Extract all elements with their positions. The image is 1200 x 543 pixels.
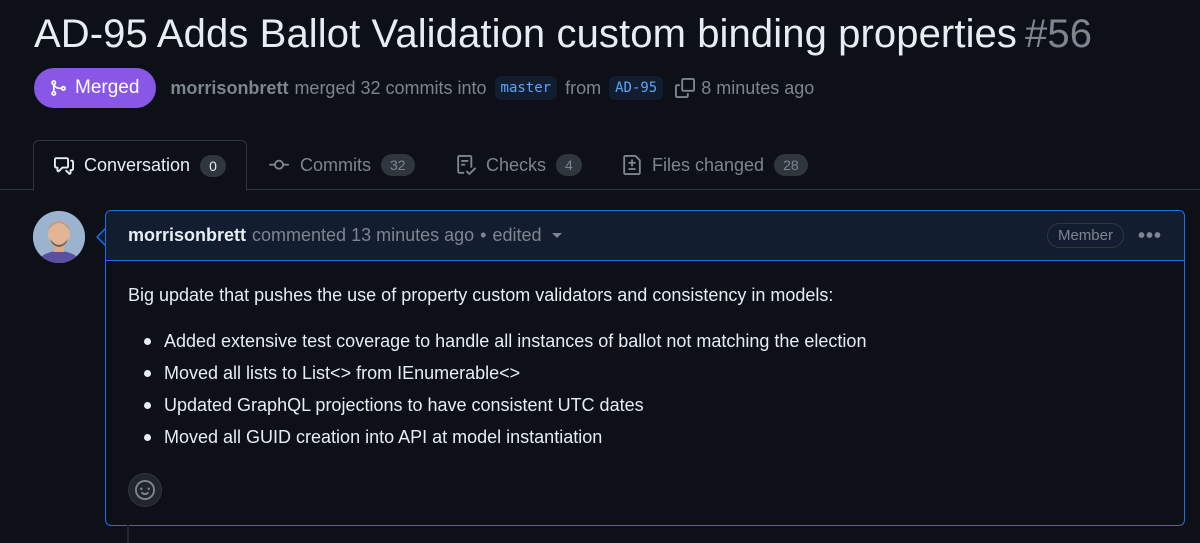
tab-checks-label: Checks — [486, 154, 547, 175]
list-item: Moved all GUID creation into API at mode… — [144, 426, 1162, 458]
caret-down-icon — [551, 233, 562, 238]
merge-text: merged 32 commits into — [294, 77, 487, 98]
avatar[interactable] — [33, 211, 85, 263]
pr-number: #56 — [1025, 12, 1093, 56]
timeline-line — [127, 525, 129, 543]
list-item: Updated GraphQL projections to have cons… — [144, 394, 1162, 426]
from-text: from — [565, 77, 602, 98]
page-title: AD-95 Adds Ballot Validation custom bind… — [34, 12, 1092, 57]
comment-timestamp-link[interactable]: 13 minutes ago — [351, 225, 474, 246]
comment-body: Big update that pushes the use of proper… — [106, 261, 1184, 458]
smiley-icon — [135, 480, 155, 500]
comment-header: morrisonbrett commented 13 minutes ago •… — [106, 211, 1184, 261]
file-diff-icon — [622, 155, 642, 175]
comment-box: morrisonbrett commented 13 minutes ago •… — [105, 210, 1185, 526]
comment-discussion-icon — [54, 156, 74, 176]
git-commit-icon — [268, 155, 290, 175]
list-item: Added extensive test coverage to handle … — [144, 330, 1162, 362]
tab-conversation[interactable]: Conversation 0 — [33, 140, 247, 191]
pull-request-page: AD-95 Adds Ballot Validation custom bind… — [0, 0, 1200, 543]
role-badge: Member — [1046, 223, 1124, 248]
comment-separator: • — [480, 225, 487, 245]
tab-checks-counter: 4 — [556, 154, 582, 176]
comment-header-actions: Member ••• — [1046, 223, 1162, 248]
pr-author-link[interactable]: morrisonbrett — [170, 78, 288, 99]
tab-conversation-counter: 0 — [200, 154, 226, 177]
list-item: Moved all lists to List<> from IEnumerab… — [144, 362, 1162, 394]
tab-commits-label: Commits — [300, 154, 371, 175]
pr-meta: Merged morrisonbrett merged 32 commits i… — [34, 68, 814, 108]
comment-intro: Big update that pushes the use of proper… — [128, 285, 834, 305]
copy-icon[interactable] — [675, 78, 696, 98]
base-branch-link[interactable]: master — [494, 76, 558, 100]
tab-conversation-label: Conversation — [84, 155, 191, 175]
tab-files-changed-counter: 28 — [774, 154, 808, 176]
comment-author-link[interactable]: morrisonbrett — [128, 225, 246, 246]
merge-time: 8 minutes ago — [701, 77, 815, 98]
tab-files-changed[interactable]: Files changed 28 — [622, 140, 808, 190]
kebab-horizontal-icon[interactable]: ••• — [1138, 226, 1162, 246]
tab-commits[interactable]: Commits 32 — [268, 140, 415, 190]
comment-action: commented — [252, 225, 347, 245]
checklist-icon — [456, 155, 476, 175]
comment-bullet-list: Added extensive test coverage to handle … — [128, 330, 1162, 458]
tab-checks[interactable]: Checks 4 — [456, 140, 582, 190]
add-reaction-button[interactable] — [128, 473, 162, 507]
git-merge-icon — [49, 79, 67, 97]
edited-dropdown[interactable]: edited — [492, 225, 562, 246]
state-label: Merged — [75, 77, 140, 98]
merge-summary: morrisonbrett merged 32 commits into mas… — [170, 76, 814, 100]
tab-files-changed-label: Files changed — [652, 154, 765, 175]
pr-title: AD-95 Adds Ballot Validation custom bind… — [34, 12, 1017, 56]
head-branch-link[interactable]: AD-95 — [609, 76, 664, 100]
tab-commits-counter: 32 — [381, 154, 415, 176]
edited-label: edited — [492, 225, 542, 245]
merged-state-badge: Merged — [34, 68, 157, 108]
pr-tabs: Conversation 0 Commits 32 Checks 4 Files… — [0, 140, 1200, 191]
